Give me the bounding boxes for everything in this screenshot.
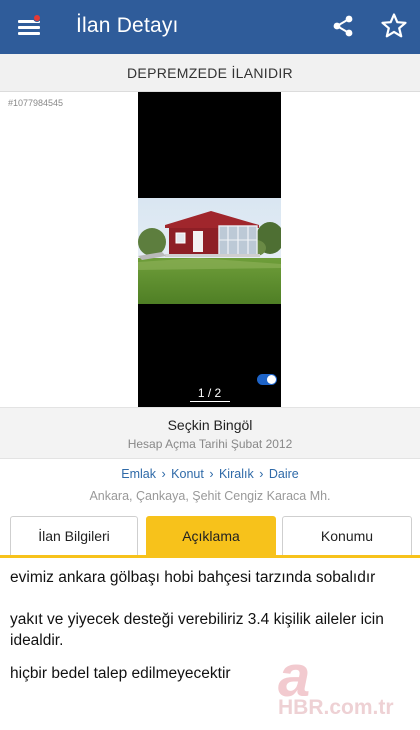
- hd-toggle[interactable]: [257, 374, 277, 385]
- breadcrumb-item[interactable]: Konut: [171, 467, 204, 481]
- owner-name[interactable]: Seçkin Bingöl: [0, 417, 420, 433]
- tab-underline: [0, 555, 420, 558]
- photo-gallery[interactable]: 1 / 2: [138, 92, 281, 407]
- photo-pager: 1 / 2: [197, 386, 222, 400]
- notification-dot: [33, 14, 41, 22]
- breadcrumb-item[interactable]: Daire: [269, 467, 299, 481]
- description-line: yakıt ve yiyecek desteği verebiliriz 3.4…: [10, 611, 384, 649]
- page-title: İlan Detayı: [76, 14, 179, 37]
- description-line: evimiz ankara gölbaşı hobi bahçesi tarzı…: [10, 569, 376, 586]
- earthquake-victim-banner: DEPREMZEDE İLANIDIR: [0, 54, 420, 92]
- favorite-button[interactable]: [380, 12, 408, 40]
- breadcrumb-item[interactable]: Emlak: [121, 467, 156, 481]
- tab-location[interactable]: Konumu: [282, 516, 412, 556]
- app-bar: İlan Detayı: [0, 0, 420, 54]
- detail-tabs: İlan Bilgileri Açıklama Konumu: [0, 516, 420, 558]
- toggle-knob: [267, 375, 276, 384]
- hamburger-menu-icon-bar: [18, 32, 40, 35]
- watermark-text: HBR.com.tr: [278, 696, 394, 719]
- listing-photo[interactable]: [138, 198, 281, 304]
- tab-listing-info[interactable]: İlan Bilgileri: [10, 516, 138, 556]
- tab-description[interactable]: Açıklama: [146, 516, 276, 556]
- hamburger-menu-icon-bar: [18, 26, 40, 29]
- breadcrumb-separator: ›: [259, 467, 264, 481]
- share-icon: [333, 15, 353, 37]
- listing-location: Ankara, Çankaya, Şehit Cengiz Karaca Mh.: [89, 489, 331, 503]
- breadcrumb-separator: ›: [209, 467, 214, 481]
- menu-button[interactable]: [18, 14, 44, 40]
- house-photo-image: [138, 198, 281, 304]
- pager-indicator: [190, 401, 230, 402]
- breadcrumb-separator: ›: [161, 467, 166, 481]
- owner-info[interactable]: Seçkin Bingöl Hesap Açma Tarihi Şubat 20…: [0, 407, 420, 459]
- breadcrumb-item[interactable]: Kiralık: [219, 467, 254, 481]
- star-outline-icon: [381, 13, 407, 38]
- listing-id: #1077984545: [8, 98, 64, 108]
- hbr-watermark-logo: a HBR.com.tr: [272, 644, 420, 722]
- share-button[interactable]: [330, 13, 356, 39]
- account-open-date: Hesap Açma Tarihi Şubat 2012: [127, 437, 293, 451]
- breadcrumb: Emlak › Konut › Kiralık › Daire: [0, 467, 420, 481]
